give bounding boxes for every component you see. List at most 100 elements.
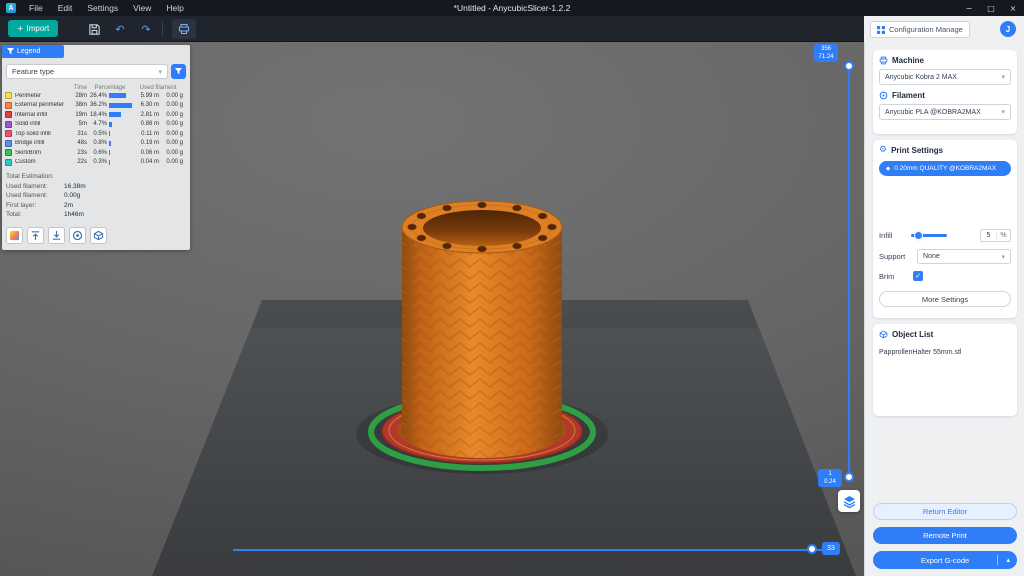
legend-tab[interactable]: Legend <box>2 45 64 58</box>
preset-tag-icon: ◆ <box>886 165 891 172</box>
settings-panel: Machine Anycubic Kobra 2 MAX ▾ Filament … <box>864 42 1024 576</box>
feature-color-swatch <box>5 158 12 166</box>
percentage-bar <box>109 131 133 137</box>
chevron-up-icon[interactable]: ▴ <box>1006 556 1010 564</box>
chevron-down-icon: ▾ <box>1001 108 1005 116</box>
feature-color-swatch <box>5 111 12 119</box>
feature-percentage: 26.4% <box>89 92 107 99</box>
layers-view-button[interactable] <box>838 490 860 512</box>
infill-slider-knob[interactable] <box>914 231 923 240</box>
feature-filament-m: 0.86 m <box>140 121 159 128</box>
legend-row[interactable]: Perimeter 28m 26.4% 5.99 m 0.00 g <box>2 91 190 101</box>
top-layer-button[interactable] <box>27 227 44 244</box>
layer-slider-bottom-handle[interactable] <box>844 472 854 482</box>
return-editor-button[interactable]: Return Editor <box>873 503 1017 520</box>
feature-filament-m: 5.99 m <box>140 92 159 99</box>
feature-color-swatch <box>5 149 12 157</box>
legend-row[interactable]: External perimeter 38m 36.2% 6.30 m 0.00… <box>2 101 190 111</box>
machine-select[interactable]: Anycubic Kobra 2 MAX ▾ <box>879 69 1011 85</box>
legend-row[interactable]: Skirt/Brim 23s 0.6% 0.06 m 0.00 g <box>2 148 190 158</box>
brim-row: Brim ✓ <box>879 271 1011 281</box>
feature-label: Skirt/Brim <box>15 149 41 156</box>
export-divider <box>997 555 998 565</box>
redo-button[interactable]: ↷ <box>136 19 156 39</box>
percentage-bar <box>109 140 133 146</box>
infill-value-box[interactable]: 5 % <box>980 229 1011 242</box>
menu-view[interactable]: View <box>133 3 151 13</box>
layers-icon <box>843 495 855 508</box>
total-line: Total: 1h46m <box>6 211 84 218</box>
color-scheme-button[interactable] <box>6 227 23 244</box>
legend-row[interactable]: Top solid infill 31s 0.5% 0.11 m 0.00 g <box>2 129 190 139</box>
travel-view-button[interactable] <box>90 227 107 244</box>
cube-icon <box>93 230 104 241</box>
feature-time: 48s <box>77 140 87 147</box>
gradient-icon <box>9 230 20 241</box>
printer-icon <box>879 56 888 65</box>
menu-settings[interactable]: Settings <box>87 3 118 13</box>
support-select[interactable]: None ▾ <box>917 249 1011 264</box>
import-button[interactable]: + Import <box>8 20 58 37</box>
title-bar: A File Edit Settings View Help *Untitled… <box>0 0 1024 16</box>
chevron-down-icon: ▾ <box>158 67 162 76</box>
close-icon[interactable]: × <box>1002 0 1024 16</box>
legend-row[interactable]: Bridge infill 48s 0.8% 0.19 m 0.00 g <box>2 139 190 149</box>
more-settings-button[interactable]: More Settings <box>879 291 1011 307</box>
feature-time: 23s <box>77 149 87 156</box>
print-preset-pill[interactable]: ◆ 0.20mm QUALITY @KOBRA2MAX <box>879 161 1011 176</box>
feature-color-swatch <box>5 130 12 138</box>
filament-select[interactable]: Anycubic PLA @KOBRA2MAX ▾ <box>879 104 1011 120</box>
legend-filter-button[interactable] <box>171 64 186 79</box>
configuration-manage-button[interactable]: Configuration Manage <box>870 21 970 38</box>
legend-panel: Legend Feature type ▾ Time Percentage Us… <box>2 45 190 250</box>
infill-slider[interactable] <box>911 231 947 240</box>
app-window: A File Edit Settings View Help *Untitled… <box>0 0 1024 576</box>
menu-edit[interactable]: Edit <box>58 3 73 13</box>
menu-help[interactable]: Help <box>166 3 183 13</box>
bottom-layer-button[interactable] <box>48 227 65 244</box>
feature-percentage: 36.2% <box>89 102 107 109</box>
object-list-item[interactable]: PapprollenHalter 55mm.stl <box>879 349 1011 356</box>
print-settings-title: ⚙ Print Settings <box>879 145 944 156</box>
export-gcode-button[interactable]: Export G-code ▴ <box>873 551 1017 569</box>
feature-filament-g: 0.00 g <box>166 130 183 137</box>
save-icon <box>88 23 100 35</box>
feature-time: 38m <box>75 102 87 109</box>
feature-color-swatch <box>5 101 12 109</box>
user-avatar[interactable]: J <box>1000 21 1016 37</box>
maximize-icon[interactable]: □ <box>980 0 1002 16</box>
move-slider-handle[interactable] <box>807 544 817 554</box>
filament-view-button[interactable] <box>69 227 86 244</box>
feature-filament-g: 0.00 g <box>166 102 183 109</box>
total-line: Used filament: 16.38m <box>6 182 86 190</box>
feature-percentage: 0.8% <box>93 140 107 147</box>
move-slider-track[interactable] <box>233 549 825 551</box>
feature-filament-m: 0.19 m <box>140 140 159 147</box>
menu-file[interactable]: File <box>29 3 43 13</box>
brim-checkbox[interactable]: ✓ <box>913 271 923 281</box>
feature-label: Bridge infill <box>15 140 45 147</box>
layer-slider-track[interactable] <box>848 66 850 478</box>
feature-label: Perimeter <box>15 92 42 99</box>
feature-percentage: 0.6% <box>93 149 107 156</box>
feature-type-dropdown[interactable]: Feature type ▾ <box>6 64 168 79</box>
feature-label: External perimeter <box>15 102 65 109</box>
legend-row[interactable]: Custom 22s 0.3% 0.04 m 0.00 g <box>2 158 190 168</box>
feature-label: Solid infill <box>15 121 41 128</box>
feature-filament-m: 0.04 m <box>140 159 159 166</box>
printer-device-icon <box>178 23 190 35</box>
save-button[interactable] <box>84 19 104 39</box>
infill-row: Infill 5 % <box>879 229 1011 242</box>
remote-print-button[interactable]: Remote Print <box>873 527 1017 544</box>
layer-slider-top-handle[interactable] <box>844 61 854 71</box>
legend-row[interactable]: Internal infill 19m 18.4% 2.81 m 0.00 g <box>2 110 190 120</box>
percentage-bar <box>109 159 133 165</box>
viewport-3d[interactable]: Legend Feature type ▾ Time Percentage Us… <box>0 42 864 576</box>
legend-row[interactable]: Solid infill 5m 4.7% 0.86 m 0.00 g <box>2 120 190 130</box>
feature-filament-m: 6.30 m <box>140 102 159 109</box>
device-button[interactable] <box>172 19 196 39</box>
arrow-up-to-line-icon <box>31 231 40 241</box>
feature-filament-g: 0.00 g <box>166 140 183 147</box>
minimize-icon[interactable]: − <box>958 0 980 16</box>
undo-button[interactable]: ↶ <box>110 19 130 39</box>
